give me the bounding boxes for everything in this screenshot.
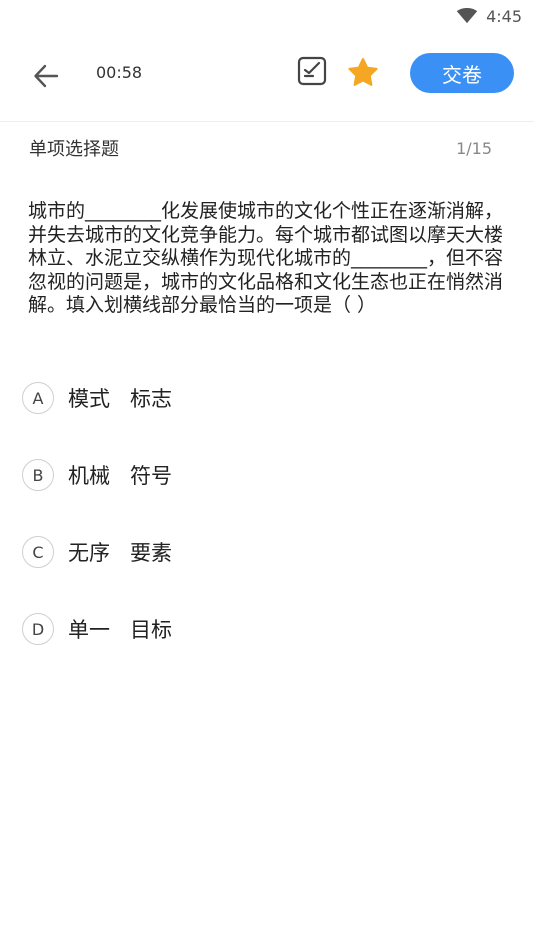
option-text: 机械 符号 (68, 464, 173, 488)
option-b[interactable]: B 机械 符号 (22, 452, 512, 498)
status-time: 4:45 (486, 6, 522, 26)
option-letter-circle: B (22, 459, 54, 491)
wifi-icon (456, 8, 478, 24)
question-progress: 1/15 (456, 138, 492, 158)
question-text: 城市的________化发展使城市的文化个性正在逐渐消解，并失去城市的文化竞争能… (28, 200, 504, 316)
option-c[interactable]: C 无序 要素 (22, 529, 512, 575)
arrow-left-icon (34, 64, 59, 88)
answer-sheet-button[interactable] (296, 55, 330, 89)
answer-sheet-icon (297, 56, 327, 86)
header-toolbar: 00:58 交卷 (0, 40, 534, 110)
option-a[interactable]: A 模式 标志 (22, 375, 512, 421)
submit-exam-button[interactable]: 交卷 (410, 53, 514, 93)
question-type-label: 单项选择题 (29, 139, 119, 160)
option-letter-circle: A (22, 382, 54, 414)
option-text: 模式 标志 (68, 387, 173, 411)
header-divider (0, 121, 534, 122)
option-text: 单一 目标 (68, 618, 173, 642)
star-icon (348, 58, 378, 86)
option-text: 无序 要素 (68, 541, 173, 565)
option-letter-circle: D (22, 613, 54, 645)
back-button[interactable] (28, 58, 64, 94)
favorite-button[interactable] (346, 56, 382, 92)
option-d[interactable]: D 单一 目标 (22, 606, 512, 652)
question-meta: 单项选择题 1/15 (29, 134, 492, 162)
elapsed-timer: 00:58 (96, 63, 143, 82)
options-list: A 模式 标志 B 机械 符号 C 无序 要素 D 单一 目标 (22, 375, 512, 683)
option-letter-circle: C (22, 536, 54, 568)
status-bar: 4:45 (0, 0, 534, 32)
